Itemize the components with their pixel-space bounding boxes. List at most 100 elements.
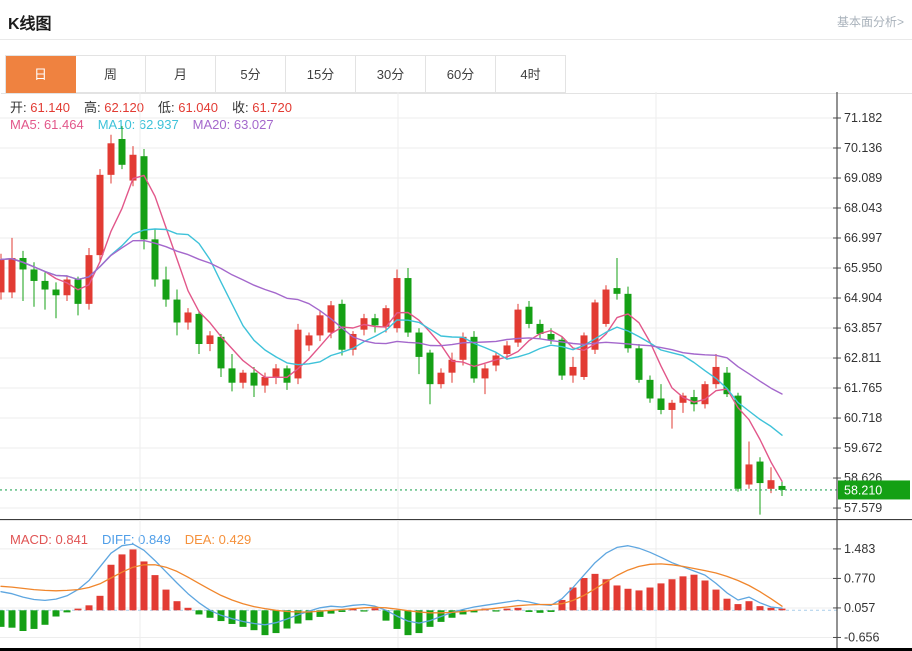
macd-hist-bar xyxy=(658,583,665,610)
macd-hist-bar xyxy=(625,589,632,611)
macd-hist-bar xyxy=(592,574,599,610)
macd-axis-label: 0.057 xyxy=(844,601,875,615)
candle-body xyxy=(504,345,511,354)
candle-body xyxy=(702,384,709,404)
candle-body xyxy=(185,312,192,322)
macd-hist-bar xyxy=(636,590,643,610)
candle-body xyxy=(570,367,577,376)
candle-body xyxy=(548,334,555,340)
tab-月[interactable]: 月 xyxy=(146,56,216,93)
macd-hist-bar xyxy=(361,610,368,611)
candle-body xyxy=(581,335,588,377)
candle-body xyxy=(405,278,412,332)
macd-hist-bar xyxy=(504,609,511,611)
candle-body xyxy=(163,279,170,299)
macd-hist-bar xyxy=(394,610,401,629)
macd-hist-bar xyxy=(119,554,126,610)
candle-body xyxy=(438,373,445,384)
candle-body xyxy=(306,335,313,345)
macd-hist-bar xyxy=(735,604,742,610)
candle-body xyxy=(625,294,632,348)
price-axis-label: 64.904 xyxy=(844,291,882,305)
tab-4时[interactable]: 4时 xyxy=(496,56,566,93)
candle-body xyxy=(229,368,236,382)
candle-body xyxy=(669,403,676,410)
candle-body xyxy=(779,486,786,490)
candle-body xyxy=(0,259,5,292)
page-title: K线图 xyxy=(8,10,52,34)
macd-hist-bar xyxy=(515,608,522,610)
candlestick-chart-canvas[interactable]: 71.18270.13669.08968.04366.99765.95064.9… xyxy=(0,92,912,519)
macd-chart-canvas[interactable]: 1.4830.7700.057-0.656 xyxy=(0,519,912,651)
candle-body xyxy=(372,318,379,325)
price-axis-label: 63.857 xyxy=(844,321,882,335)
macd-hist-bar xyxy=(339,610,346,612)
macd-hist-bar xyxy=(713,590,720,611)
ma10-line xyxy=(1,229,782,435)
candle-body xyxy=(207,335,214,344)
dea-line xyxy=(1,564,782,613)
macd-hist-bar xyxy=(141,561,148,610)
candle-body xyxy=(515,310,522,343)
price-axis-label: 61.765 xyxy=(844,381,882,395)
candle-body xyxy=(31,269,38,280)
macd-hist-bar xyxy=(262,610,269,635)
candle-body xyxy=(273,368,280,377)
candle-body xyxy=(262,377,269,386)
price-axis-label: 68.043 xyxy=(844,201,882,215)
macd-hist-bar xyxy=(768,608,775,610)
tab-日[interactable]: 日 xyxy=(6,56,76,93)
macd-hist-bar xyxy=(702,580,709,610)
candle-body xyxy=(218,337,225,369)
tab-周[interactable]: 周 xyxy=(76,56,146,93)
candle-body xyxy=(603,290,610,324)
macd-hist-bar xyxy=(691,575,698,611)
price-axis-label: 66.997 xyxy=(844,231,882,245)
candle-body xyxy=(427,353,434,385)
tab-5分[interactable]: 5分 xyxy=(216,56,286,93)
price-axis-label: 62.811 xyxy=(844,351,881,365)
candle-body xyxy=(636,348,643,380)
tab-15分[interactable]: 15分 xyxy=(286,56,356,93)
macd-hist-bar xyxy=(53,610,60,616)
macd-hist-bar xyxy=(548,610,555,612)
macd-hist-bar xyxy=(746,601,753,610)
candle-body xyxy=(42,281,49,290)
macd-hist-bar xyxy=(42,610,49,624)
macd-hist-bar xyxy=(130,549,137,610)
macd-hist-bar xyxy=(537,610,544,612)
candle-body xyxy=(482,368,489,378)
macd-hist-bar xyxy=(86,605,93,610)
macd-hist-bar xyxy=(152,575,159,610)
price-axis-label: 57.579 xyxy=(844,501,882,515)
macd-hist-bar xyxy=(9,610,16,627)
candle-body xyxy=(174,300,181,323)
candle-body xyxy=(240,373,247,383)
candle-body xyxy=(251,373,258,386)
macd-hist-bar xyxy=(240,610,247,627)
macd-hist-bar xyxy=(31,610,38,629)
macd-hist-bar xyxy=(779,609,786,611)
macd-axis-label: 0.770 xyxy=(844,571,875,585)
candle-body xyxy=(9,258,16,292)
candle-body xyxy=(559,340,566,376)
candle-body xyxy=(97,175,104,255)
candle-body xyxy=(130,155,137,181)
macd-hist-bar xyxy=(64,610,71,612)
ma20-line xyxy=(1,241,782,394)
macd-hist-bar xyxy=(526,610,533,612)
macd-hist-bar xyxy=(647,588,654,611)
macd-hist-bar xyxy=(724,599,731,611)
fundamental-analysis-link[interactable]: 基本面分析> xyxy=(837,13,904,30)
tab-60分[interactable]: 60分 xyxy=(426,56,496,93)
tab-30分[interactable]: 30分 xyxy=(356,56,426,93)
macd-hist-bar xyxy=(559,600,566,610)
diff-line xyxy=(1,544,782,625)
macd-hist-bar xyxy=(163,590,170,611)
macd-hist-bar xyxy=(108,565,115,611)
candle-body xyxy=(196,314,203,344)
candle-body xyxy=(460,337,467,360)
candle-body xyxy=(152,239,159,279)
candle-body xyxy=(526,307,533,324)
price-axis-label: 65.950 xyxy=(844,261,882,275)
